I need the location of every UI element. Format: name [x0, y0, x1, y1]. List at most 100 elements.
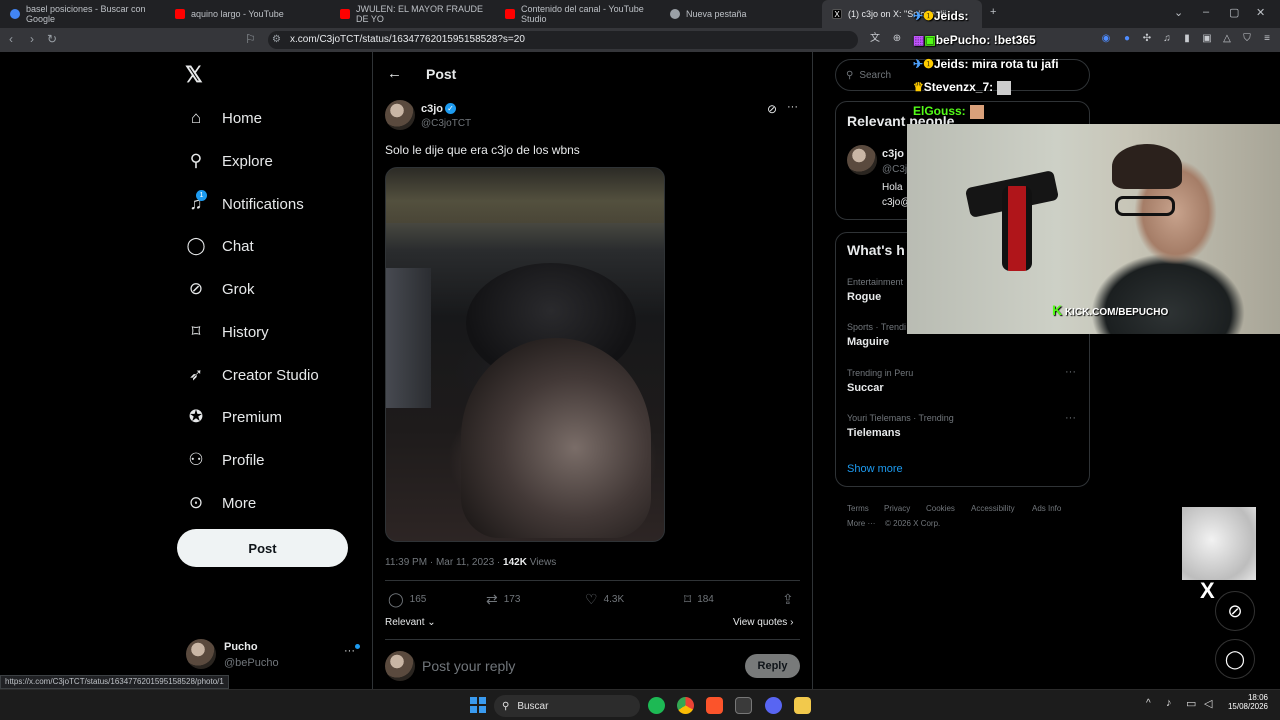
browser-tab[interactable]: basel posiciones - Buscar con Google: [0, 0, 165, 28]
nav-home[interactable]: ⌂ Home: [186, 108, 262, 128]
nav-grok[interactable]: ⊘ Grok: [186, 279, 255, 299]
more-icon[interactable]: ···: [787, 101, 798, 113]
chat-icon: ◯: [186, 236, 206, 255]
close-icon[interactable]: ✕: [1256, 6, 1265, 19]
chat-message: !bet365: [990, 33, 1036, 47]
footer-terms[interactable]: Terms: [847, 504, 869, 513]
sidebar-icon[interactable]: ▮: [1181, 33, 1193, 45]
show-more-link[interactable]: Show more: [847, 463, 903, 475]
vpn-icon[interactable]: ⛉: [1241, 33, 1253, 45]
reload-icon[interactable]: ↻: [47, 32, 57, 46]
author-handle[interactable]: @C3joTCT: [421, 118, 471, 129]
discord-icon[interactable]: [765, 697, 782, 714]
back-icon[interactable]: ‹: [9, 32, 13, 46]
trend-name[interactable]: Maguire: [847, 336, 889, 348]
brave-icon[interactable]: [706, 697, 723, 714]
verified-badge-icon: ✓: [445, 103, 456, 114]
music-icon[interactable]: ♫: [1161, 33, 1173, 45]
wallet-icon[interactable]: ▣: [1201, 33, 1213, 45]
kick-url: KICK.COM/BEPUCHO: [1064, 307, 1169, 318]
post-text: Solo le dije que era c3jo de los wbns: [385, 143, 580, 157]
browser-tab[interactable]: aquino largo - YouTube: [165, 0, 330, 28]
post-button[interactable]: Post: [177, 529, 348, 567]
reply-input[interactable]: Post your reply: [422, 658, 515, 674]
clock-date: 15/08/2026: [1227, 702, 1268, 711]
search-icon: ⚲: [502, 700, 510, 712]
nav-label: History: [222, 323, 269, 341]
folder-icon[interactable]: [794, 697, 811, 714]
browser-tab[interactable]: Contenido del canal - YouTube Studio: [495, 0, 660, 28]
nav-label: Grok: [222, 280, 255, 298]
browser-tab[interactable]: JWULEN: EL MAYOR FRAUDE DE YO: [330, 0, 495, 28]
maximize-icon[interactable]: ▢: [1229, 6, 1239, 19]
taskbar-search[interactable]: ⚲ Buscar: [494, 695, 640, 717]
author-avatar[interactable]: [385, 100, 415, 130]
reply-button[interactable]: Reply: [745, 654, 800, 678]
rewards-icon[interactable]: △: [1221, 33, 1233, 45]
extension-icon[interactable]: ●: [1121, 33, 1133, 45]
translate-icon[interactable]: 文: [869, 33, 881, 45]
puzzle-icon[interactable]: ✣: [1141, 33, 1153, 45]
avatar[interactable]: [847, 145, 877, 175]
clock[interactable]: 18:06 15/08/2026: [1226, 693, 1268, 711]
bookmark-icon[interactable]: ⚐: [245, 32, 256, 46]
grok-icon[interactable]: ⊘: [767, 102, 777, 116]
trend-name[interactable]: Tielemans: [847, 427, 901, 439]
url-text[interactable]: x.com/C3joTCT/status/1634776201595158528…: [290, 34, 525, 45]
footer-more[interactable]: More ···: [847, 519, 875, 528]
nav-explore[interactable]: ⚲ Explore: [186, 151, 273, 171]
nav-history[interactable]: ⌑ History: [186, 322, 269, 342]
footer-cookies[interactable]: Cookies: [926, 504, 955, 513]
messages-icon[interactable]: ◯: [1215, 639, 1255, 679]
more-icon[interactable]: ···: [1065, 366, 1076, 378]
chevron-down-icon[interactable]: ⌄: [1174, 6, 1183, 19]
nav-premium[interactable]: ✪ Premium: [186, 407, 282, 427]
site-info-icon[interactable]: ⚙: [272, 34, 281, 45]
trend-name[interactable]: Succar: [847, 382, 884, 394]
like-action[interactable]: ♡ 4.3K: [585, 591, 624, 608]
new-tab-button[interactable]: +: [990, 6, 996, 18]
windows-start-icon[interactable]: [470, 697, 486, 713]
chat-user: Jeids:: [933, 9, 969, 23]
footer-accessibility[interactable]: Accessibility: [971, 504, 1015, 513]
share-action[interactable]: ⇪: [782, 591, 794, 608]
obs-icon[interactable]: [735, 697, 752, 714]
footer-ads-info[interactable]: Ads Info: [1032, 504, 1061, 513]
microphone-icon[interactable]: ♪: [1166, 697, 1172, 709]
reply-action[interactable]: ◯ 165: [388, 591, 426, 608]
volume-icon[interactable]: ◁: [1204, 697, 1212, 710]
zoom-icon[interactable]: ⊕: [891, 33, 903, 45]
account-switcher[interactable]: Pucho @bePucho ···: [186, 639, 361, 673]
chrome-icon[interactable]: [677, 697, 694, 714]
x-logo[interactable]: 𝕏: [185, 62, 203, 88]
more-icon[interactable]: ···: [344, 645, 355, 657]
post-image[interactable]: [385, 167, 665, 542]
browser-tab[interactable]: Nueva pestaña: [660, 0, 820, 28]
spotify-icon[interactable]: [648, 697, 665, 714]
nav-creator-studio[interactable]: ➶ Creator Studio: [186, 365, 319, 385]
nav-more[interactable]: ⊙ More: [186, 493, 256, 513]
more-icon[interactable]: ···: [1065, 412, 1076, 424]
audio-icon[interactable]: ◉: [1100, 33, 1112, 45]
repost-action[interactable]: ⇄ 173: [486, 591, 520, 608]
author-name[interactable]: c3jo: [421, 103, 443, 115]
back-arrow-icon[interactable]: ←: [387, 65, 402, 82]
person-name[interactable]: c3jo: [882, 148, 904, 160]
sort-replies-dropdown[interactable]: Relevant ⌄: [385, 617, 436, 628]
menu-icon[interactable]: ≡: [1261, 33, 1273, 45]
emote-icon: [997, 80, 1012, 95]
minimize-icon[interactable]: –: [1203, 6, 1209, 18]
trend-name[interactable]: Rogue: [847, 291, 881, 303]
grok-icon[interactable]: ⊘: [1215, 591, 1255, 631]
nav-notifications[interactable]: ♫ 1 Notifications: [186, 190, 304, 214]
views-count: 142K: [503, 557, 527, 568]
chevron-up-icon[interactable]: ^: [1146, 698, 1151, 709]
forward-icon[interactable]: ›: [30, 32, 34, 46]
nav-profile[interactable]: ⚇ Profile: [186, 450, 264, 470]
bookmark-action[interactable]: ⌑ 184: [684, 591, 714, 608]
view-quotes-link[interactable]: View quotes ›: [733, 617, 793, 628]
sword-icon: ✈: [913, 9, 924, 23]
footer-privacy[interactable]: Privacy: [884, 504, 910, 513]
nav-chat[interactable]: ◯ Chat: [186, 236, 253, 256]
network-icon[interactable]: ▭: [1186, 697, 1196, 710]
